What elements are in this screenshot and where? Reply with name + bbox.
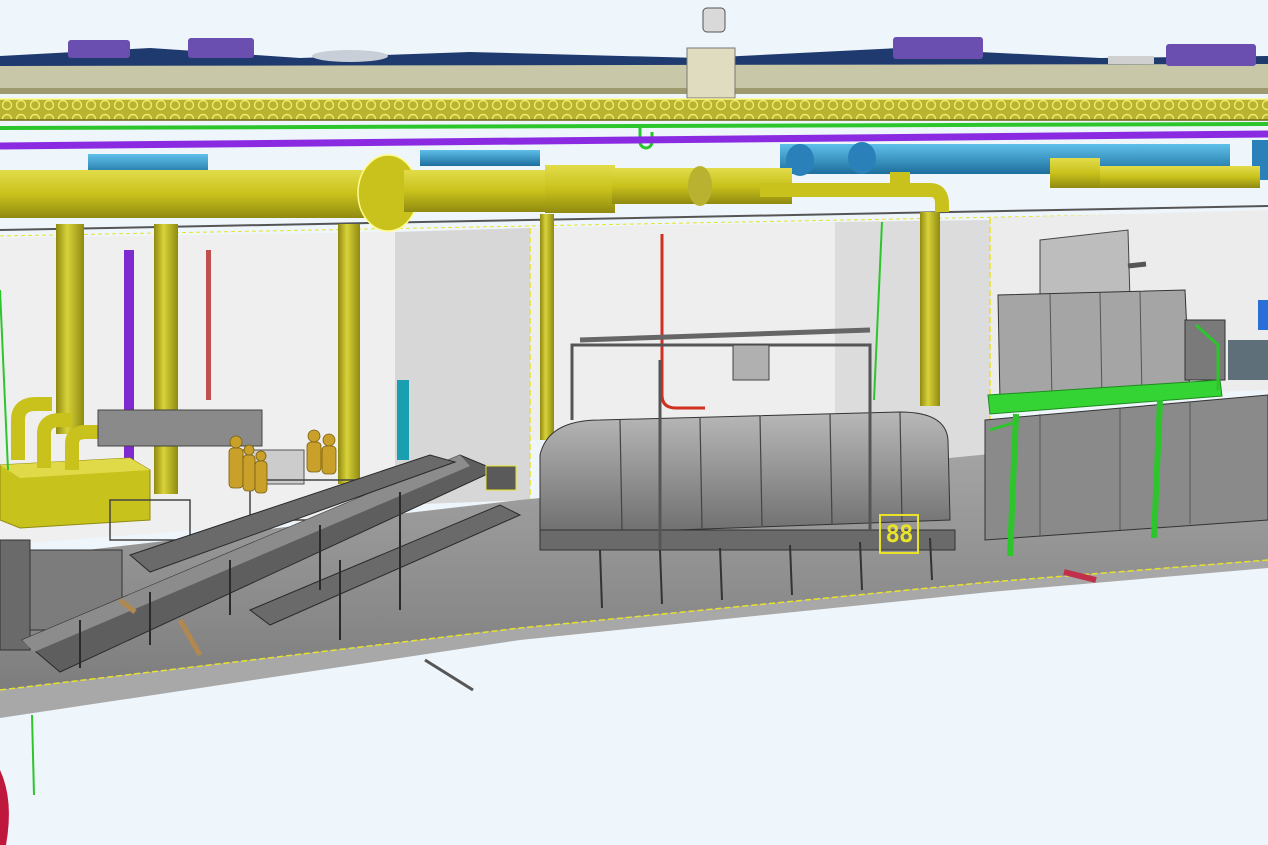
roof-penetration[interactable]: [686, 7, 736, 99]
bim-3d-viewport[interactable]: 88: [0, 0, 1268, 845]
cable-tray[interactable]: [0, 98, 1268, 121]
plant-section-model[interactable]: [0, 0, 1268, 845]
